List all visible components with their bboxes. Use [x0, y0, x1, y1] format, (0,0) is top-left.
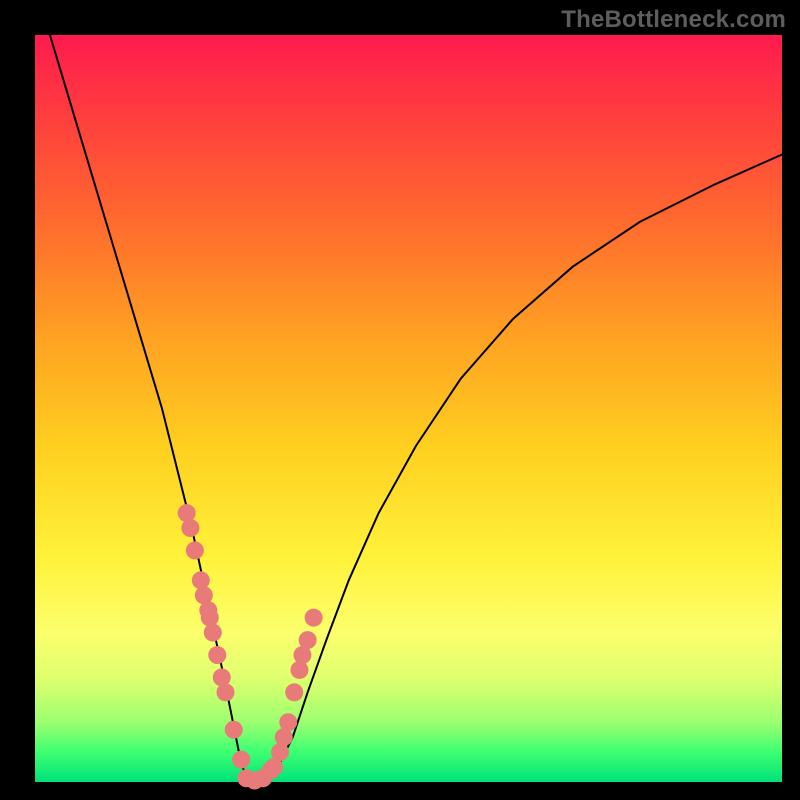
- sample-point: [178, 504, 196, 522]
- sample-point: [305, 609, 323, 627]
- sample-point: [225, 721, 243, 739]
- sample-point: [192, 571, 210, 589]
- chart-overlay: [35, 35, 782, 782]
- watermark-label: TheBottleneck.com: [561, 6, 786, 34]
- sample-point: [213, 668, 231, 686]
- sample-point: [290, 661, 308, 679]
- chart-stage: TheBottleneck.com: [0, 0, 800, 800]
- sample-point: [279, 713, 297, 731]
- sample-point: [232, 751, 250, 769]
- sample-points-group: [178, 504, 323, 789]
- bottleneck-curve: [50, 35, 782, 782]
- sample-point: [204, 624, 222, 642]
- sample-point: [299, 631, 317, 649]
- sample-point: [216, 683, 234, 701]
- sample-point: [186, 541, 204, 559]
- sample-point: [285, 683, 303, 701]
- sample-point: [208, 646, 226, 664]
- sample-point: [271, 743, 289, 761]
- sample-point: [201, 609, 219, 627]
- sample-point: [181, 519, 199, 537]
